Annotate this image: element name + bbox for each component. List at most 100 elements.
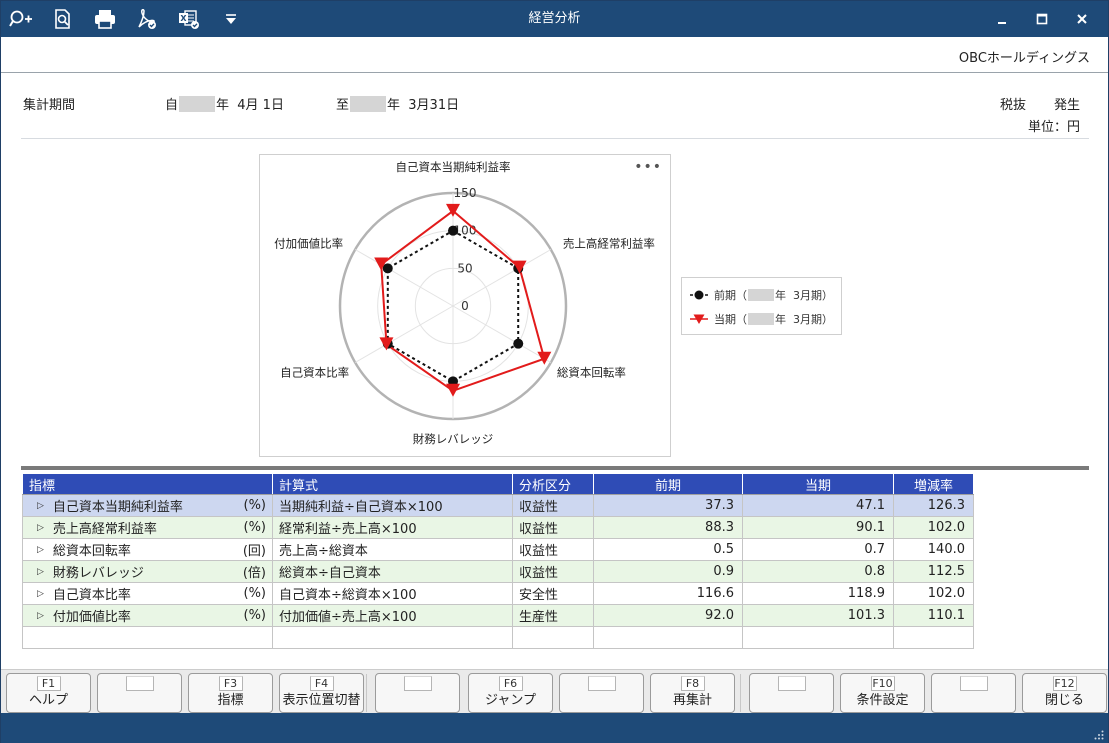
maximize-icon[interactable] bbox=[1022, 1, 1062, 37]
radar-chart: 0 50 100 150 自己資本当期純利益率 売上高経常利益率 総資本回転率 財務レバレッジ… bbox=[259, 154, 671, 457]
indicator-name: 売上高経常利益率 bbox=[52, 522, 157, 537]
fkey-label: 指標 bbox=[217, 693, 244, 708]
fkey-number bbox=[125, 676, 154, 691]
curr-cell: 0.7 bbox=[742, 538, 894, 561]
curr-cell: 0.8 bbox=[742, 560, 894, 583]
indicator-unit: (%) bbox=[243, 586, 267, 601]
radar-axis-label: 自己資本当期純利益率 bbox=[396, 160, 511, 174]
series-point-prev bbox=[513, 338, 524, 349]
function-key-bar: F1 ヘルプ F3 指標 F4 表示位置切替 F6 ジャンプ F8 再集計 F10 条件設定 F12 閉じ… bbox=[1, 669, 1108, 713]
splitter-bar[interactable] bbox=[21, 466, 1089, 470]
table-row[interactable]: ▷ 総資本回転率 (回) 売上高÷総資本 収益性 0.5 0.7 140.0 bbox=[22, 538, 974, 561]
expand-triangle-icon[interactable]: ▷ bbox=[37, 523, 44, 533]
period-from: 自 年 4月 1日 bbox=[165, 94, 284, 113]
curr-cell: 101.3 bbox=[742, 604, 894, 627]
pdf-icon[interactable] bbox=[135, 7, 159, 31]
expand-triangle-icon[interactable]: ▷ bbox=[37, 567, 44, 577]
fkey-empty-button[interactable] bbox=[749, 673, 834, 713]
radar-tick-label: 0 bbox=[461, 299, 469, 313]
fkey-group-divider bbox=[366, 674, 367, 712]
period-to: 至 年 3月31日 bbox=[336, 94, 459, 113]
period-from-prefix: 自 bbox=[165, 98, 179, 113]
fkey-f1-button[interactable]: F1 ヘルプ bbox=[6, 673, 91, 713]
col-header-formula[interactable]: 計算式 bbox=[272, 473, 513, 495]
print-icon[interactable] bbox=[93, 7, 117, 31]
status-bar bbox=[1, 713, 1108, 743]
formula-cell: 当期純利益÷自己資本×100 bbox=[272, 494, 513, 517]
formula-cell: 総資本÷自己資本 bbox=[272, 560, 513, 583]
fkey-f8-button[interactable]: F8 再集計 bbox=[650, 673, 735, 713]
redacted-year bbox=[748, 289, 774, 301]
fkey-f12-button[interactable]: F12 閉じる bbox=[1022, 673, 1107, 713]
fkey-f3-button[interactable]: F3 指標 bbox=[188, 673, 273, 713]
rate-cell: 140.0 bbox=[893, 538, 974, 561]
close-icon[interactable] bbox=[1062, 1, 1102, 37]
fkey-empty-button[interactable] bbox=[559, 673, 644, 713]
prev-cell: 88.3 bbox=[593, 516, 743, 539]
series-point-prev bbox=[448, 225, 458, 236]
excel-icon[interactable]: X bbox=[177, 7, 201, 31]
radar-chart-svg: 050100150自己資本当期純利益率売上高経常利益率総資本回転率財務レバレッジ… bbox=[274, 160, 655, 446]
expand-triangle-icon[interactable]: ▷ bbox=[37, 611, 44, 621]
zoom-in-icon[interactable] bbox=[9, 7, 33, 31]
indicator-name: 財務レバレッジ bbox=[52, 566, 144, 581]
table-row[interactable]: ▷ 付加価値比率 (%) 付加価値÷売上高×100 生産性 92.0 101.3 1… bbox=[22, 604, 974, 627]
expand-triangle-icon[interactable]: ▷ bbox=[37, 545, 44, 555]
redacted-year bbox=[350, 95, 387, 112]
col-header-indicator[interactable]: 指標 bbox=[22, 473, 273, 495]
col-header-rate[interactable]: 増減率 bbox=[893, 473, 974, 495]
minimize-icon[interactable] bbox=[982, 1, 1022, 37]
indicator-unit: (%) bbox=[243, 608, 267, 623]
indicator-unit: (%) bbox=[243, 498, 267, 513]
rate-cell: 110.1 bbox=[893, 604, 974, 627]
col-header-category[interactable]: 分析区分 bbox=[512, 473, 594, 495]
prev-cell: 37.3 bbox=[593, 494, 743, 517]
rate-cell: 102.0 bbox=[893, 582, 974, 605]
radar-axis-label: 自己資本比率 bbox=[280, 366, 349, 380]
table-row[interactable]: ▷ 自己資本当期純利益率 (%) 当期純利益÷自己資本×100 収益性 37.3 4… bbox=[22, 494, 974, 517]
category-cell: 安全性 bbox=[512, 582, 594, 605]
table-row[interactable]: ▷ 自己資本比率 (%) 自己資本÷総資本×100 安全性 116.6 118.9 … bbox=[22, 582, 974, 605]
table-row[interactable]: ▷ 財務レバレッジ (倍) 総資本÷自己資本 収益性 0.9 0.8 112.5 bbox=[22, 560, 974, 583]
zoom-page-icon[interactable] bbox=[51, 7, 75, 31]
fkey-f10-button[interactable]: F10 条件設定 bbox=[840, 673, 925, 713]
fkey-label: ヘルプ bbox=[28, 693, 68, 708]
fkey-f6-button[interactable]: F6 ジャンプ bbox=[468, 673, 553, 713]
fkey-number bbox=[777, 676, 806, 691]
company-name: OBCホールディングス bbox=[958, 51, 1090, 66]
indicator-name: 総資本回転率 bbox=[52, 544, 131, 559]
indicator-unit: (回) bbox=[242, 544, 266, 559]
expand-triangle-icon[interactable]: ▷ bbox=[37, 501, 44, 511]
radar-axis-label: 売上高経常利益率 bbox=[563, 237, 655, 251]
formula-cell: 付加価値÷売上高×100 bbox=[272, 604, 513, 627]
resize-grip-icon[interactable] bbox=[1094, 730, 1104, 740]
fkey-empty-button[interactable] bbox=[375, 673, 460, 713]
fkey-label: 表示位置切替 bbox=[282, 693, 361, 708]
fkey-number bbox=[587, 676, 616, 691]
fkey-empty-button[interactable] bbox=[931, 673, 1016, 713]
radar-axis-label: 付加価値比率 bbox=[274, 237, 343, 251]
fkey-label: ジャンプ bbox=[485, 693, 536, 708]
col-header-prev[interactable]: 前期 bbox=[593, 473, 743, 495]
indicator-unit: (倍) bbox=[242, 566, 266, 581]
col-header-curr[interactable]: 当期 bbox=[742, 473, 894, 495]
legend-prev-suffix: 年 3月期） bbox=[775, 289, 833, 302]
more-options-icon[interactable]: ••• bbox=[634, 159, 662, 175]
curr-cell: 47.1 bbox=[742, 494, 894, 517]
dropdown-icon[interactable] bbox=[219, 7, 243, 31]
curr-cell: 90.1 bbox=[742, 516, 894, 539]
title-bar: X 経営分析 bbox=[1, 1, 1108, 37]
expand-triangle-icon[interactable]: ▷ bbox=[37, 589, 44, 599]
period-from-date: 年 4月 1日 bbox=[216, 98, 284, 113]
app-window: X 経営分析 OBCホールディングス 集計期間 自 年 4月 1日 至 年 3月… bbox=[0, 0, 1109, 743]
formula-cell: 自己資本÷総資本×100 bbox=[272, 582, 513, 605]
formula-cell: 経常利益÷売上高×100 bbox=[272, 516, 513, 539]
fkey-f4-button[interactable]: F4 表示位置切替 bbox=[279, 673, 364, 713]
series-point-prev bbox=[382, 263, 393, 274]
radar-spoke bbox=[354, 249, 454, 307]
indicator-name: 自己資本当期純利益率 bbox=[52, 500, 183, 515]
legend-prev-prefix: 前期（ bbox=[714, 289, 747, 302]
prev-cell: 0.5 bbox=[593, 538, 743, 561]
table-row[interactable]: ▷ 売上高経常利益率 (%) 経常利益÷売上高×100 収益性 88.3 90.1 … bbox=[22, 516, 974, 539]
fkey-empty-button[interactable] bbox=[97, 673, 182, 713]
